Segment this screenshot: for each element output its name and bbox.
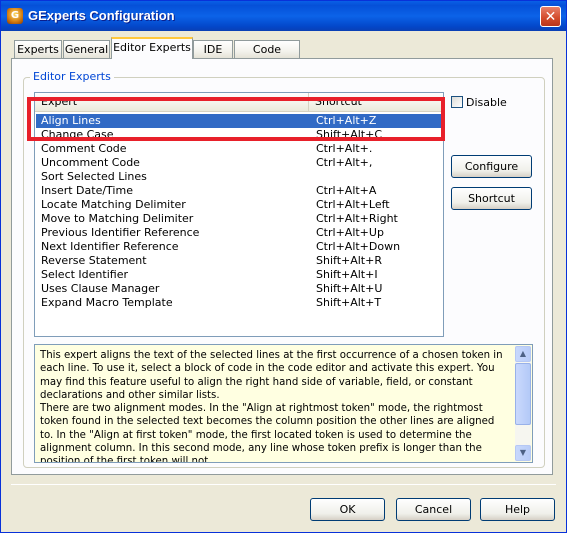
expert-name: Previous Identifier Reference bbox=[41, 226, 200, 239]
expert-name: Uncomment Code bbox=[41, 156, 140, 169]
help-button[interactable]: Help bbox=[480, 498, 555, 521]
list-item[interactable]: Move to Matching Delimiter Ctrl+Alt+Right bbox=[36, 212, 441, 226]
column-header-expert[interactable]: Expert bbox=[35, 93, 309, 111]
gexperts-app-icon: G bbox=[7, 8, 23, 24]
expert-shortcut: Ctrl+Alt+Up bbox=[316, 226, 384, 239]
ok-button[interactable]: OK bbox=[310, 498, 385, 521]
expert-shortcut: Ctrl+Alt+A bbox=[316, 184, 377, 197]
list-item[interactable]: Uncomment Code Ctrl+Alt+, bbox=[36, 156, 441, 170]
expert-shortcut: Ctrl+Alt+Z bbox=[316, 114, 377, 127]
column-header-shortcut[interactable]: Shortcut bbox=[309, 93, 443, 111]
expert-shortcut: Ctrl+Alt+Down bbox=[316, 240, 401, 253]
expert-name: Sort Selected Lines bbox=[41, 170, 147, 183]
shortcut-button[interactable]: Shortcut bbox=[451, 187, 532, 210]
expert-description: This expert aligns the text of the selec… bbox=[34, 344, 533, 463]
expert-shortcut: Shift+Alt+C bbox=[316, 128, 383, 141]
expert-shortcut: Shift+Alt+U bbox=[316, 282, 383, 295]
expert-shortcut: Ctrl+Alt+Right bbox=[316, 212, 398, 225]
tab-code-editor[interactable]: Code Editor bbox=[234, 40, 300, 73]
tab-editor-experts[interactable]: Editor Experts bbox=[111, 37, 193, 59]
expert-name: Change Case bbox=[41, 128, 114, 141]
description-text: This expert aligns the text of the selec… bbox=[40, 350, 503, 463]
list-item[interactable]: Insert Date/Time Ctrl+Alt+A bbox=[36, 184, 441, 198]
divider bbox=[11, 484, 556, 485]
description-scrollbar[interactable]: ▲ ▼ bbox=[515, 346, 531, 461]
list-item[interactable]: Next Identifier Reference Ctrl+Alt+Down bbox=[36, 240, 441, 254]
configuration-window: G GExperts Configuration ✕ Experts Gener… bbox=[0, 0, 567, 533]
expert-name: Select Identifier bbox=[41, 268, 128, 281]
expert-name: Align Lines bbox=[41, 114, 101, 127]
tab-general[interactable]: General bbox=[63, 40, 110, 58]
tab-ide[interactable]: IDE bbox=[193, 40, 233, 58]
expert-name: Comment Code bbox=[41, 142, 127, 155]
expert-name: Next Identifier Reference bbox=[41, 240, 179, 253]
scrollbar-thumb[interactable] bbox=[515, 363, 531, 425]
expert-name: Reverse Statement bbox=[41, 254, 147, 267]
list-item[interactable]: Expand Macro Template Shift+Alt+T bbox=[36, 296, 441, 310]
list-item[interactable]: Sort Selected Lines bbox=[36, 170, 441, 184]
list-item[interactable]: Select Identifier Shift+Alt+I bbox=[36, 268, 441, 282]
list-item-align-lines[interactable]: Align Lines Ctrl+Alt+Z bbox=[36, 114, 441, 128]
expert-name: Insert Date/Time bbox=[41, 184, 133, 197]
expert-name: Locate Matching Delimiter bbox=[41, 198, 186, 211]
list-item[interactable]: Reverse Statement Shift+Alt+R bbox=[36, 254, 441, 268]
disable-checkbox[interactable] bbox=[451, 96, 463, 108]
list-item[interactable]: Locate Matching Delimiter Ctrl+Alt+Left bbox=[36, 198, 441, 212]
window-title: GExperts Configuration bbox=[28, 8, 175, 23]
title-bar[interactable]: G GExperts Configuration ✕ bbox=[1, 1, 566, 31]
expert-shortcut: Ctrl+Alt+, bbox=[316, 156, 373, 169]
list-item[interactable]: Comment Code Ctrl+Alt+. bbox=[36, 142, 441, 156]
expert-shortcut: Shift+Alt+I bbox=[316, 268, 378, 281]
tab-experts[interactable]: Experts bbox=[14, 40, 62, 58]
list-item[interactable]: Uses Clause Manager Shift+Alt+U bbox=[36, 282, 441, 296]
list-item[interactable]: Change Case Shift+Alt+C bbox=[36, 128, 441, 142]
groupbox-title: Editor Experts bbox=[30, 70, 114, 83]
scroll-down-icon[interactable]: ▼ bbox=[515, 445, 531, 461]
expert-shortcut: Ctrl+Alt+. bbox=[316, 142, 373, 155]
configure-button[interactable]: Configure bbox=[451, 155, 532, 178]
disable-label: Disable bbox=[466, 96, 507, 109]
expert-shortcut: Shift+Alt+T bbox=[316, 296, 382, 309]
cancel-button[interactable]: Cancel bbox=[396, 498, 471, 521]
experts-list[interactable]: Expert Shortcut Align Lines Ctrl+Alt+Z Ch… bbox=[34, 92, 444, 337]
expert-name: Expand Macro Template bbox=[41, 296, 173, 309]
expert-shortcut: Ctrl+Alt+Left bbox=[316, 198, 390, 211]
scroll-up-icon[interactable]: ▲ bbox=[515, 346, 531, 362]
list-item[interactable]: Previous Identifier Reference Ctrl+Alt+Up bbox=[36, 226, 441, 240]
expert-shortcut: Shift+Alt+R bbox=[316, 254, 382, 267]
close-button[interactable]: ✕ bbox=[540, 6, 561, 27]
expert-name: Uses Clause Manager bbox=[41, 282, 160, 295]
list-header: Expert Shortcut bbox=[35, 93, 443, 112]
expert-name: Move to Matching Delimiter bbox=[41, 212, 194, 225]
